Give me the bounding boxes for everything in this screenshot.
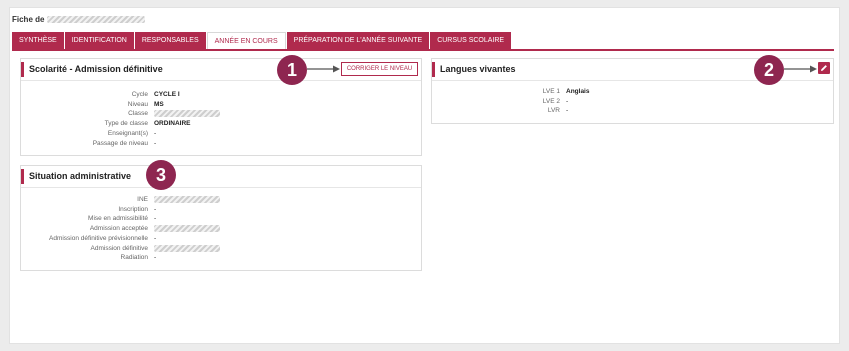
callout-badge-1: 1 [277,55,307,85]
field-label: LVE 2 [542,97,560,105]
langues-fields: LVE 1 Anglais LVE 2 - LVR - [432,87,590,116]
field-value: - [154,254,157,262]
tab-bar: SYNTHÈSE IDENTIFICATION RESPONSABLES ANN… [12,32,512,50]
field-label: Classe [128,110,148,118]
callout-badge-2: 2 [754,55,784,85]
field-value: - [154,215,157,223]
redacted-value [154,225,220,233]
field-label: LVR [547,107,560,115]
callout-arrow-1 [307,65,340,73]
field-row: Admission définitive [21,244,220,254]
field-row: Cycle CYCLE I [21,90,220,100]
scolarite-panel-title: Scolarité - Admission définitive [29,64,163,74]
page-title: Fiche de [12,15,145,24]
field-row: LVR - [432,106,589,116]
edit-langues-button[interactable] [818,62,830,74]
field-label: Enseignant(s) [107,129,148,137]
field-row: INE [21,195,220,205]
field-row: Admission acceptée [21,224,220,234]
field-value: - [154,129,157,137]
redacted-value [154,244,220,252]
situation-panel: Situation administrative INE Inscription… [20,165,422,271]
field-label: Cycle [131,91,148,98]
corriger-niveau-button[interactable]: CORRIGER LE NIVEAU [341,62,418,76]
situation-panel-title: Situation administrative [29,171,132,181]
redacted-student-name [46,16,145,24]
field-value: - [154,205,157,213]
field-row: LVE 1 Anglais [432,87,590,97]
field-row: Passage de niveau - [21,139,220,149]
tab-synthese[interactable]: SYNTHÈSE [12,32,64,49]
field-row: Mise en admissibilité - [21,214,220,224]
situation-fields: INE Inscription - Mise en admissibilité … [21,195,220,263]
field-label: Niveau [127,100,148,108]
tab-preparation-annee-suivante[interactable]: PRÉPARATION DE L'ANNÉE SUIVANTE [286,32,430,49]
field-row: Classe [21,109,220,119]
field-label: INE [137,196,148,203]
tab-identification[interactable]: IDENTIFICATION [64,32,134,49]
field-value: - [154,234,157,242]
field-row: Type de classe ORDINAIRE [21,119,220,129]
field-value: ORDINAIRE [154,120,191,128]
tab-underline [12,49,834,51]
field-value: Anglais [566,88,590,95]
field-value: - [566,97,569,105]
scolarite-fields: Cycle CYCLE I Niveau MS Classe Type de c… [21,90,220,148]
field-value: CYCLE I [154,91,180,98]
field-row: Niveau MS [21,100,220,110]
callout-badge-3: 3 [146,160,176,190]
tab-annee-en-cours[interactable]: ANNÉE EN COURS [206,32,286,50]
field-label: Inscription [118,205,148,213]
redacted-value [154,196,220,203]
tab-responsables[interactable]: RESPONSABLES [134,32,206,49]
field-label: LVE 1 [542,88,560,95]
field-label: Admission acceptée [89,225,148,233]
redacted-value [154,110,220,118]
tab-cursus-scolaire[interactable]: CURSUS SCOLAIRE [430,32,512,49]
field-label: Mise en admissibilité [88,215,148,223]
field-row: Enseignant(s) - [21,129,220,139]
page-title-prefix: Fiche de [12,15,45,24]
field-row: Inscription - [21,205,220,215]
langues-panel-title: Langues vivantes [440,64,516,74]
field-label: Type de classe [104,120,148,128]
field-row: Admission définitive prévisionnelle - [21,234,220,244]
field-label: Passage de niveau [92,139,148,147]
field-row: LVE 2 - [432,97,589,107]
field-value: - [566,107,569,115]
field-label: Admission définitive prévisionnelle [49,234,148,242]
situation-panel-header: Situation administrative [21,166,421,188]
pencil-icon [821,65,827,71]
field-value: MS [154,100,164,108]
field-label: Radiation [120,254,148,262]
field-row: Radiation - [21,253,220,263]
field-value: - [154,139,157,147]
callout-arrow-2 [784,65,817,73]
field-label: Admission définitive [90,244,148,252]
